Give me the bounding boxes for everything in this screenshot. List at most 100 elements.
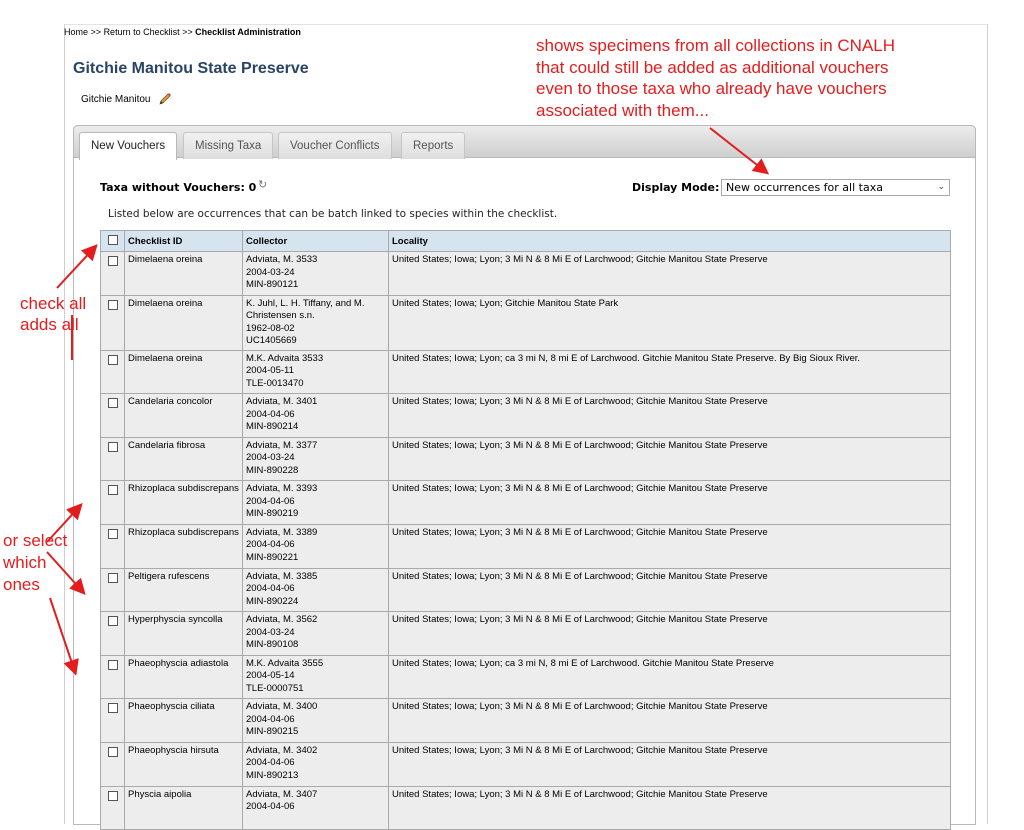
annotation-select: or select which ones [3, 530, 67, 596]
collector-line: MIN-890221 [246, 551, 299, 563]
row-checkbox-cell [100, 436, 125, 482]
row-checkbox-cell [100, 654, 125, 700]
table-row: Candelaria fibrosa Adviata, M. 3377 2004-0… [100, 436, 951, 482]
cell-locality: United States; Iowa; Lyon; 3 Mi N & 8 Mi… [388, 480, 951, 525]
cell-collector: Adviata, M. 3562 2004-03-24 MIN-890108 [242, 611, 389, 656]
cell-locality: United States; Iowa; Lyon; 3 Mi N & 8 Mi… [388, 251, 951, 296]
collector-line: Adviata, M. 3402 [246, 744, 318, 756]
breadcrumb-return-link[interactable]: Return to Checklist [104, 27, 180, 37]
chevron-down-icon: ⌄ [937, 182, 945, 192]
header-locality: Locality [388, 230, 951, 252]
cell-locality: United States; Iowa; Lyon; 3 Mi N & 8 Mi… [388, 611, 951, 656]
collector-line: MIN-890213 [246, 769, 299, 781]
collector-line: Adviata, M. 3385 [246, 570, 318, 582]
subtitle-text: Gitchie Manitou [81, 93, 151, 105]
cell-collector: K. Juhl, L. H. Tiffany, and M. Christense… [242, 294, 389, 351]
row-checkbox[interactable] [108, 441, 118, 452]
cell-checklist-id: Dimelaena oreina [124, 251, 243, 296]
header-collector: Collector [242, 230, 389, 252]
collector-line: TLE-0013470 [246, 377, 304, 389]
row-checkbox[interactable] [108, 299, 118, 310]
annotation-line: or select [3, 531, 68, 550]
collector-line: MIN-890228 [246, 464, 299, 476]
annotation-top: shows specimens from all collections in … [536, 35, 895, 121]
cell-collector: M.K. Advaita 3533 2004-05-11 TLE-0013470 [242, 349, 389, 395]
table-header-row: Checklist ID Collector Locality [100, 230, 951, 252]
tab-reports[interactable]: Reports [401, 132, 466, 159]
row-checkbox[interactable] [108, 616, 118, 627]
row-checkbox-cell [100, 294, 125, 351]
row-checkbox[interactable] [108, 703, 118, 714]
cell-checklist-id: Peltigera rufescens [124, 567, 243, 613]
row-checkbox-cell [100, 251, 125, 296]
collector-line: K. Juhl, L. H. Tiffany, and M. [246, 297, 365, 309]
cell-collector: M.K. Advaita 3555 2004-05-14 TLE-0000751 [242, 654, 389, 700]
cell-checklist-id: Rhizoplaca subdiscrepans [124, 523, 243, 569]
cell-collector: Adviata, M. 3393 2004-04-06 MIN-890219 [242, 480, 389, 525]
collector-line: M.K. Advaita 3533 [246, 352, 324, 364]
collector-line: 2004-05-14 [246, 670, 295, 682]
breadcrumb-separator: >> [182, 27, 193, 37]
cell-locality: United States; Iowa; Lyon; 3 Mi N & 8 Mi… [388, 698, 951, 743]
cell-locality: United States; Iowa; Lyon; 3 Mi N & 8 Mi… [388, 741, 951, 787]
table-row: Dimelaena oreina K. Juhl, L. H. Tiffany, … [100, 294, 951, 351]
annotation-line: check all [20, 294, 87, 313]
table-row: Rhizoplaca subdiscrepans Adviata, M. 3393… [100, 480, 951, 525]
refresh-icon[interactable]: ↻ [258, 178, 267, 191]
tab-missing-taxa[interactable]: Missing Taxa [183, 132, 274, 159]
collector-line: MIN-890108 [246, 639, 299, 651]
collector-line: 2004-04-06 [246, 408, 295, 420]
cell-checklist-id: Candelaria fibrosa [124, 436, 243, 482]
breadcrumb-current: Checklist Administration [195, 27, 301, 37]
collector-line: 1962-08-02 [246, 322, 295, 334]
collector-line: Adviata, M. 3407 [246, 788, 318, 800]
row-checkbox[interactable] [108, 256, 118, 266]
row-checkbox[interactable] [108, 354, 118, 365]
cell-collector: Adviata, M. 3400 2004-04-06 MIN-890215 [242, 698, 389, 743]
row-checkbox-cell [100, 567, 125, 613]
row-checkbox-cell [100, 480, 125, 525]
row-checkbox[interactable] [108, 398, 118, 409]
cell-checklist-id: Phaeophyscia adiastola [124, 654, 243, 700]
collector-line: UC1405669 [246, 335, 297, 347]
table-row: Dimelaena oreina Adviata, M. 3533 2004-03-… [100, 251, 951, 296]
collector-line: 2004-04-06 [246, 757, 295, 769]
row-checkbox[interactable] [108, 528, 118, 539]
collector-line: 2004-04-06 [246, 583, 295, 595]
pencil-icon[interactable] [158, 92, 172, 106]
taxa-without-vouchers: Taxa without Vouchers: 0 [100, 181, 257, 194]
display-mode-select[interactable]: New occurrences for all taxa ⌄ [721, 179, 950, 196]
cell-locality: United States; Iowa; Lyon; 3 Mi N & 8 Mi… [388, 523, 951, 569]
occurrence-table: Checklist ID Collector Locality Dimelaen… [100, 230, 951, 830]
check-all-checkbox[interactable] [108, 235, 118, 245]
row-checkbox[interactable] [108, 572, 118, 583]
row-checkbox[interactable] [108, 790, 118, 801]
table-row: Rhizoplaca subdiscrepans Adviata, M. 3389… [100, 523, 951, 569]
row-checkbox-cell [100, 523, 125, 569]
cell-checklist-id: Dimelaena oreina [124, 294, 243, 351]
tab-new-vouchers[interactable]: New Vouchers [79, 132, 178, 160]
cell-collector: Adviata, M. 3389 2004-04-06 MIN-890221 [242, 523, 389, 569]
annotation-line: that could still be added as additional … [536, 57, 889, 77]
row-checkbox[interactable] [108, 659, 118, 670]
collector-line: Adviata, M. 3533 [246, 254, 318, 265]
row-checkbox[interactable] [108, 485, 118, 496]
annotation-line: which [3, 553, 47, 572]
cell-checklist-id: Candelaria concolor [124, 393, 243, 438]
cell-checklist-id: Dimelaena oreina [124, 349, 243, 395]
cell-collector: Adviata, M. 3533 2004-03-24 MIN-890121 [242, 251, 389, 296]
annotation-line: adds all [20, 315, 79, 334]
breadcrumb-separator: >> [90, 27, 102, 37]
tab-voucher-conflicts[interactable]: Voucher Conflicts [278, 132, 392, 159]
collector-line: 2004-05-11 [246, 365, 294, 377]
collector-line: Adviata, M. 3377 [246, 439, 318, 451]
row-checkbox[interactable] [108, 746, 118, 757]
collector-line: Adviata, M. 3393 [246, 483, 318, 495]
cell-locality: United States; Iowa; Lyon; 3 Mi N & 8 Mi… [388, 436, 951, 482]
annotation-check-all: check all adds all [20, 293, 86, 335]
table-row: Peltigera rufescens Adviata, M. 3385 2004-… [100, 567, 951, 613]
collector-line: MIN-890219 [246, 508, 299, 520]
collector-line: Adviata, M. 3401 [246, 396, 318, 408]
cell-collector: Adviata, M. 3401 2004-04-06 MIN-890214 [242, 393, 389, 438]
breadcrumb-home-link[interactable]: Home [64, 27, 88, 37]
